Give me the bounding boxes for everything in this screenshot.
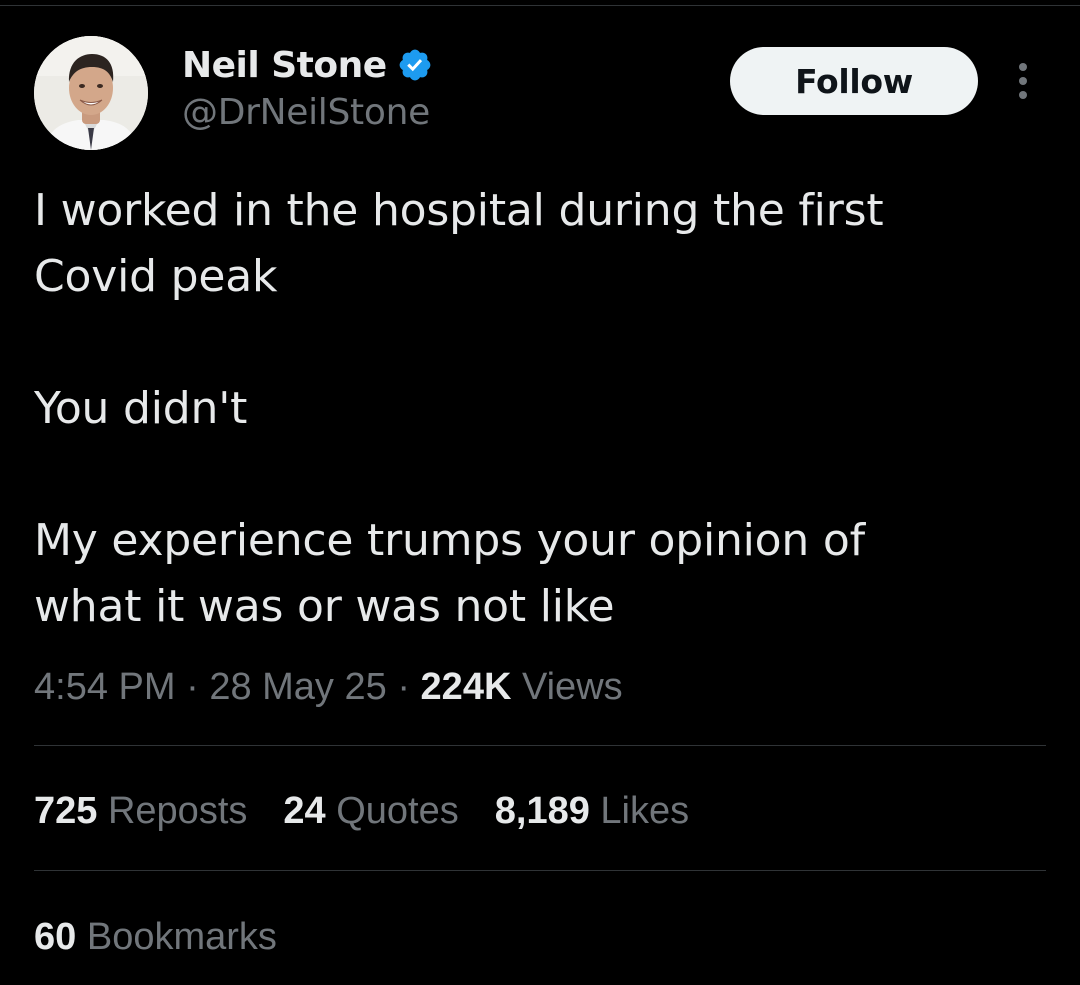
- more-options-icon[interactable]: [1008, 60, 1038, 102]
- verified-badge-icon[interactable]: [397, 47, 433, 83]
- name-row: Neil Stone: [182, 44, 433, 86]
- bookmarks-count: 60: [34, 916, 77, 958]
- views-label: Views: [521, 666, 623, 708]
- avatar[interactable]: [34, 36, 148, 150]
- bookmarks-stat: 60 Bookmarks: [34, 912, 277, 962]
- quotes-stat[interactable]: 24 Quotes: [283, 786, 458, 836]
- quotes-label: Quotes: [336, 790, 459, 832]
- author-block: Neil Stone @DrNeilStone: [182, 44, 433, 134]
- top-divider: [0, 5, 1080, 6]
- reposts-count: 725: [34, 790, 98, 832]
- likes-count: 8,189: [494, 790, 590, 832]
- tweet-paragraph: My experience trumps your opinion of wha…: [34, 515, 865, 632]
- reposts-label: Reposts: [107, 790, 248, 832]
- divider: [34, 745, 1046, 746]
- reposts-stat[interactable]: 725 Reposts: [34, 786, 247, 836]
- user-handle[interactable]: @DrNeilStone: [182, 92, 433, 133]
- quotes-count: 24: [283, 790, 326, 832]
- tweet-date[interactable]: 28 May 25: [209, 666, 386, 708]
- bookmarks-label: Bookmarks: [86, 916, 277, 958]
- likes-stat[interactable]: 8,189 Likes: [495, 786, 689, 836]
- engagement-stats: 725 Reposts 24 Quotes 8,189 Likes: [34, 786, 725, 836]
- divider: [34, 870, 1046, 871]
- tweet-paragraph: I worked in the hospital during the firs…: [34, 185, 884, 302]
- display-name[interactable]: Neil Stone: [182, 45, 387, 86]
- meta-separator: ·: [397, 666, 410, 708]
- follow-button[interactable]: Follow: [730, 47, 978, 115]
- likes-label: Likes: [600, 790, 690, 832]
- tweet-text: I worked in the hospital during the firs…: [34, 178, 1034, 640]
- avatar-photo: [34, 36, 148, 150]
- tweet-meta: 4:54 PM · 28 May 25 · 224K Views: [34, 662, 623, 712]
- views-count: 224K: [420, 666, 512, 708]
- tweet-time[interactable]: 4:54 PM: [34, 666, 176, 708]
- tweet-paragraph: You didn't: [34, 383, 248, 434]
- meta-separator: ·: [186, 666, 199, 708]
